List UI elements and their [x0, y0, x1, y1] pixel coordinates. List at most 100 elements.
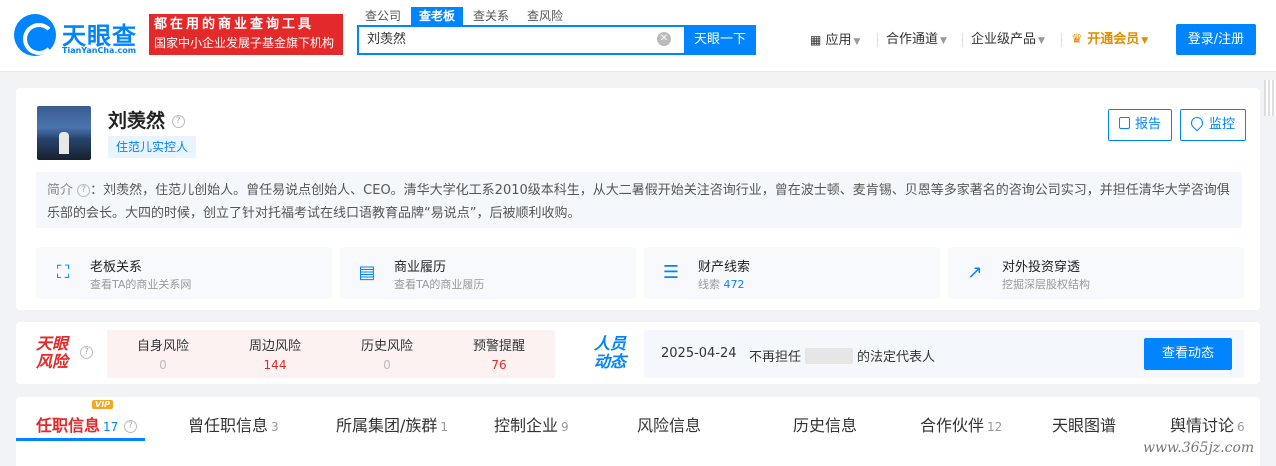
tab-label: 任职信息: [36, 416, 101, 435]
tab-risk-info[interactable]: 风险信息: [637, 412, 701, 436]
tab-count: 12: [987, 420, 1003, 434]
tab-label: 所属集团/族群: [336, 416, 438, 435]
search-tab-company[interactable]: 查公司: [357, 7, 409, 25]
risk-warning[interactable]: 预警提醒 76: [443, 330, 555, 378]
feature-boss-relation[interactable]: ⛶ 老板关系 查看TA的商业关系网: [36, 247, 332, 299]
dynamics-box: 2025-04-24 不再担任 的法定代表人 查看动态: [644, 330, 1244, 378]
risk-label: 历史风险: [360, 339, 413, 354]
person-name-text: 刘羡然: [108, 110, 166, 132]
feature-title: 老板关系: [90, 260, 143, 275]
ad-line-1: 都在用的商业查询工具: [154, 17, 315, 32]
dynamics-logo-line-2: 动态: [594, 352, 627, 371]
tab-partners[interactable]: 合作伙伴 12: [920, 412, 1002, 436]
grid-icon: ▦: [810, 33, 822, 47]
report-button[interactable]: 报告: [1108, 109, 1173, 141]
tab-controlled-companies[interactable]: 控制企业 9: [494, 412, 569, 436]
tab-count: 1: [440, 420, 449, 434]
search-tab-relation[interactable]: 查关系: [465, 7, 517, 25]
dynamics-text-before: 不再担任: [749, 350, 802, 365]
search-button[interactable]: 天眼一下: [684, 25, 756, 55]
vip-badge: VIP: [92, 400, 114, 409]
caret-down-icon: ▼: [1038, 36, 1045, 46]
feature-sub: 查看TA的商业履历: [394, 278, 485, 291]
risk-value: 76: [491, 358, 507, 372]
nav-enterprise-label: 企业级产品: [971, 32, 1037, 47]
logo-eye-icon: [14, 14, 56, 56]
resume-icon: ▤: [358, 262, 376, 283]
active-tab-underline: [16, 438, 145, 441]
view-dynamics-button[interactable]: 查看动态: [1144, 338, 1232, 370]
trend-icon: ↗: [967, 262, 983, 283]
nav-apps-label: 应用: [825, 33, 852, 48]
role-tag[interactable]: 住范儿实控人: [108, 136, 197, 158]
tab-count: 6: [1237, 420, 1245, 434]
feature-business-history[interactable]: ▤ 商业履历 查看TA的商业履历: [340, 247, 636, 299]
qr-code-icon[interactable]: [1264, 80, 1276, 116]
tab-former-positions[interactable]: 曾任职信息 3: [188, 412, 279, 436]
blurred-company-name: [805, 348, 854, 364]
search-tab-boss[interactable]: 查老板: [411, 7, 464, 25]
tab-history-info[interactable]: 历史信息: [793, 412, 857, 436]
risk-logo-line-1: 天眼: [36, 334, 69, 353]
tab-label: 风险信息: [637, 416, 702, 435]
nav-divider: [1061, 33, 1062, 47]
tab-count: 17: [103, 420, 119, 434]
location-icon: [1188, 114, 1206, 132]
ad-line-2: 国家中小企业发展子基金旗下机构: [154, 36, 335, 50]
tab-positions[interactable]: 任职信息 17 ?: [36, 412, 137, 436]
login-button[interactable]: 登录/注册: [1176, 24, 1256, 55]
tab-group[interactable]: 所属集团/族群 1: [336, 412, 448, 436]
risk-history[interactable]: 历史风险 0: [331, 330, 443, 378]
intro-label: 简介: [47, 183, 74, 198]
nav-enterprise[interactable]: 企业级产品 ▼: [971, 30, 1045, 50]
nav-partner[interactable]: 合作通道 ▼: [886, 30, 947, 50]
coins-icon: ☰: [662, 262, 680, 283]
help-icon[interactable]: ?: [80, 346, 93, 359]
dynamics-text-after: 的法定代表人: [857, 350, 936, 365]
dynamics-logo-line-1: 人员: [594, 334, 627, 353]
report-button-label: 报告: [1135, 117, 1162, 132]
help-icon[interactable]: ?: [77, 184, 91, 197]
risk-surrounding[interactable]: 周边风险 144: [219, 330, 331, 378]
clue-label: 线索: [698, 278, 720, 291]
help-icon[interactable]: ?: [123, 420, 137, 433]
feature-investment[interactable]: ↗ 对外投资穿透 挖掘深层股权结构: [948, 247, 1244, 299]
risk-label: 周边风险: [248, 339, 301, 354]
site-logo[interactable]: 天眼查 TianYanCha.com: [14, 12, 140, 58]
feature-sub: 挖掘深层股权结构: [1002, 278, 1090, 291]
tab-public-opinion[interactable]: 舆情讨论 6: [1170, 412, 1245, 436]
caret-down-icon: ▼: [853, 37, 861, 47]
risk-value: 0: [383, 358, 391, 372]
search-input[interactable]: 刘羡然: [357, 25, 684, 55]
watermark: www.365jz.com: [1143, 440, 1255, 456]
clue-count: 472: [723, 278, 745, 291]
person-name: 刘羡然 ?: [108, 106, 185, 133]
help-icon[interactable]: ?: [171, 115, 185, 128]
risk-value: 144: [263, 358, 287, 372]
logo-subtext: TianYanCha.com: [62, 46, 137, 55]
clear-icon[interactable]: ✕: [657, 32, 671, 46]
feature-property-clues[interactable]: ☰ 财产线索 线索 472: [644, 247, 940, 299]
monitor-button-label: 监控: [1209, 117, 1236, 132]
risk-self[interactable]: 自身风险 0: [107, 330, 219, 378]
tab-label: 天眼图谱: [1052, 416, 1117, 435]
risk-panel: 天眼 风险 ? 自身风险 0 周边风险 144 历史风险 0 预警提醒 76 人…: [16, 322, 1260, 384]
feature-title: 商业履历: [394, 260, 447, 275]
tab-graph[interactable]: 天眼图谱: [1052, 412, 1116, 436]
nav-apps[interactable]: ▦ 应用 ▼: [810, 30, 860, 50]
nav-divider: [962, 33, 963, 47]
feature-title: 对外投资穿透: [1002, 260, 1081, 275]
dynamics-date: 2025-04-24: [661, 346, 737, 361]
caret-down-icon: ▼: [940, 36, 947, 46]
feature-sub: 查看TA的商业关系网: [90, 278, 192, 291]
ad-banner[interactable]: 都在用的商业查询工具 国家中小企业发展子基金旗下机构: [149, 14, 343, 55]
network-icon: ⛶: [56, 262, 70, 283]
nav-vip[interactable]: ♛ 开通会员 ▼: [1071, 30, 1148, 50]
monitor-button[interactable]: 监控: [1180, 109, 1247, 141]
crown-icon: ♛: [1071, 32, 1083, 47]
avatar: [37, 106, 91, 160]
tab-label: 控制企业: [494, 416, 559, 435]
tab-count: 9: [561, 420, 569, 434]
search-tab-risk[interactable]: 查风险: [519, 7, 571, 25]
document-icon: [1119, 117, 1130, 129]
